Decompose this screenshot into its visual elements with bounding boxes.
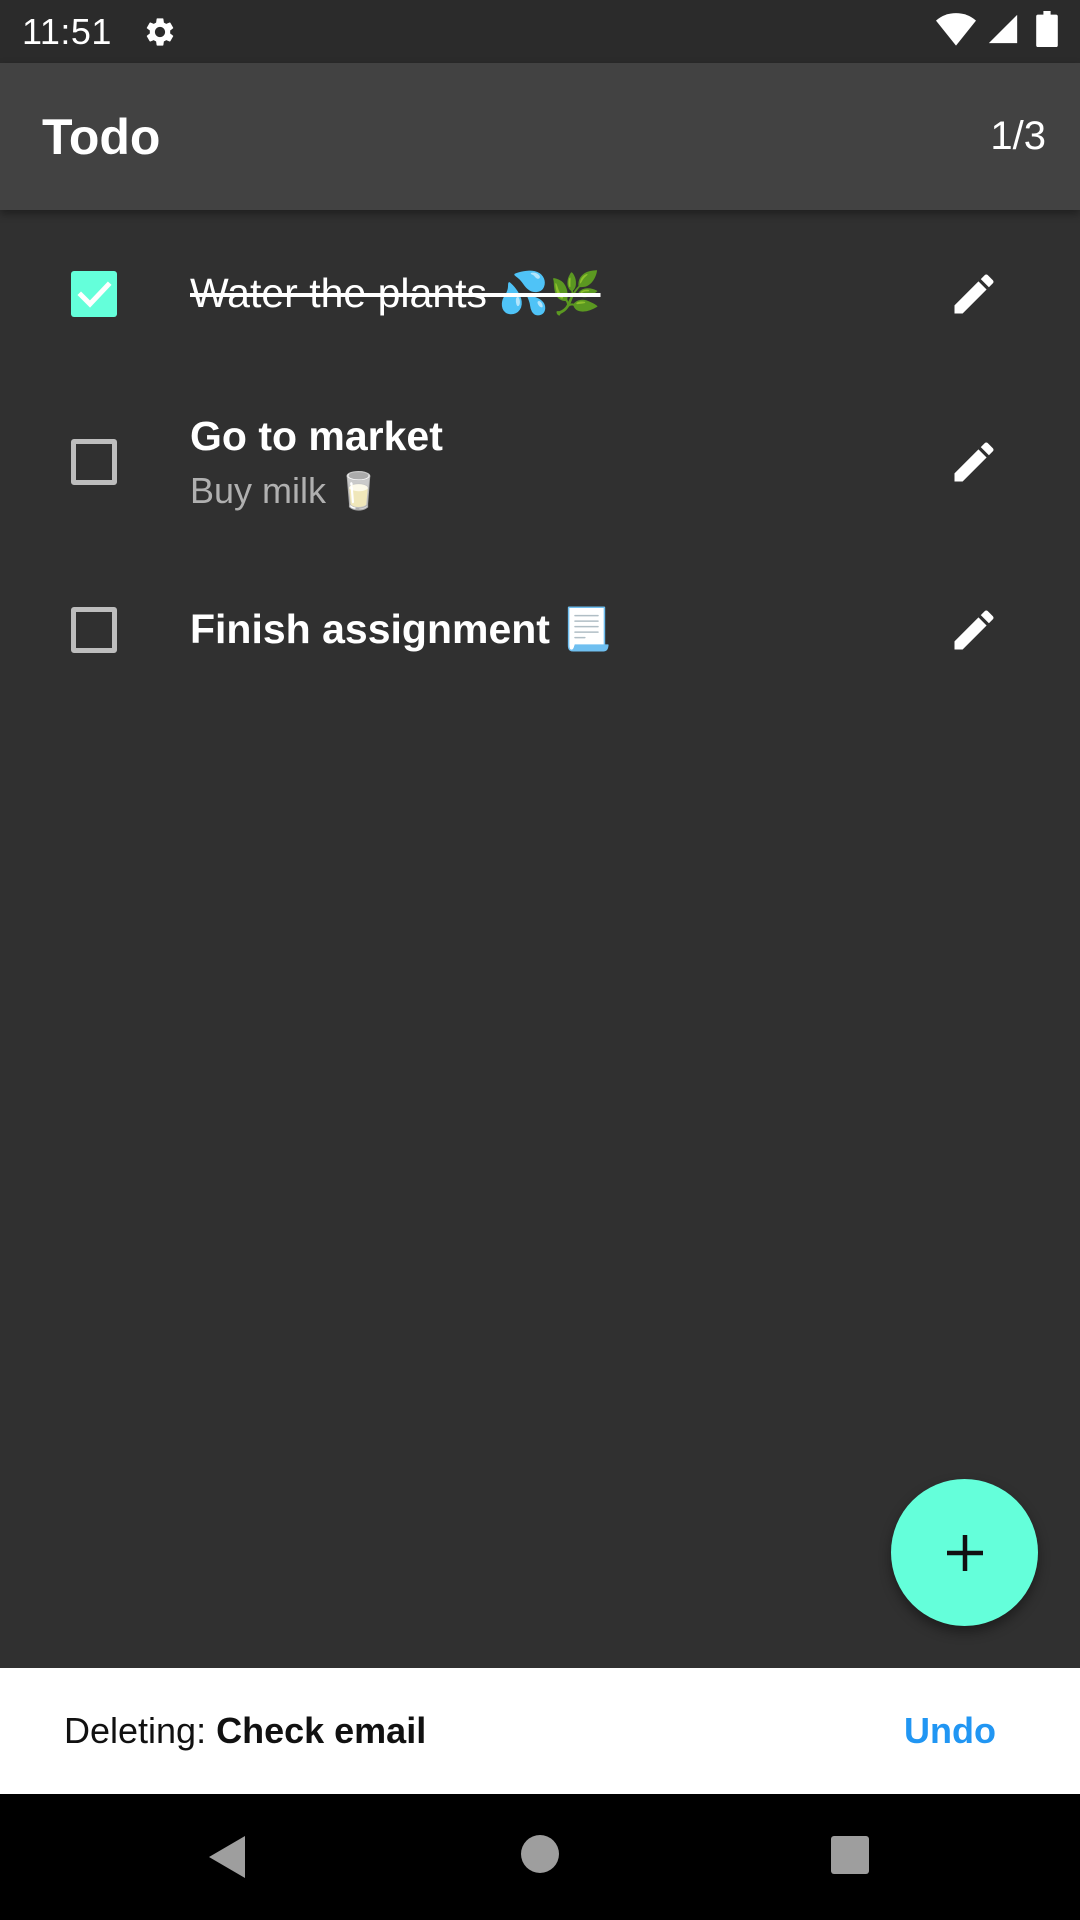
pencil-icon [954,442,994,482]
undo-button[interactable]: Undo [904,1710,996,1752]
list-item[interactable]: Finish assignment 📃 [0,546,1080,714]
status-icons [936,11,1058,52]
wifi-icon [936,12,976,51]
plus-icon [946,1534,983,1571]
signal-icon [986,12,1020,51]
add-todo-button[interactable] [891,1479,1038,1626]
todo-count: 1/3 [990,114,1046,158]
recents-icon[interactable] [827,1832,873,1878]
gear-icon [142,14,178,50]
back-icon[interactable] [202,1830,252,1884]
todo-text: Water the plants 💦🌿 [190,270,920,318]
snackbar: Deleting: Check email Undo [0,1668,1080,1794]
app-bar: Todo 1/3 [0,63,1080,210]
todo-title: Go to market [190,412,443,459]
list-item[interactable]: Water the plants 💦🌿 [0,210,1080,378]
pencil-icon [954,610,994,650]
list-item[interactable]: Go to market Buy milk 🥛 [0,378,1080,546]
todo-title: Finish assignment 📃 [190,606,613,652]
navigation-bar [0,1794,1080,1920]
todo-checkbox[interactable] [71,271,117,317]
edit-button[interactable] [944,432,1004,492]
todo-checkbox[interactable] [71,607,117,653]
todo-title: Water the plants 💦🌿 [190,270,601,316]
todo-text: Go to market Buy milk 🥛 [190,413,920,512]
edit-button[interactable] [944,264,1004,324]
home-icon[interactable] [517,1831,563,1877]
battery-icon [1036,11,1058,52]
status-time: 11:51 [22,10,112,52]
status-bar: 11:51 [0,0,1080,63]
todo-text: Finish assignment 📃 [190,606,920,654]
snackbar-message: Deleting: [64,1710,207,1751]
pencil-icon [954,274,994,314]
todo-subtitle: Buy milk 🥛 [190,469,381,511]
edit-button[interactable] [944,600,1004,660]
page-title: Todo [42,108,161,165]
snackbar-item-name: Check email [216,1710,427,1751]
todo-checkbox[interactable] [71,439,117,485]
todo-list: Water the plants 💦🌿 Go to market Buy mil… [0,210,1080,714]
